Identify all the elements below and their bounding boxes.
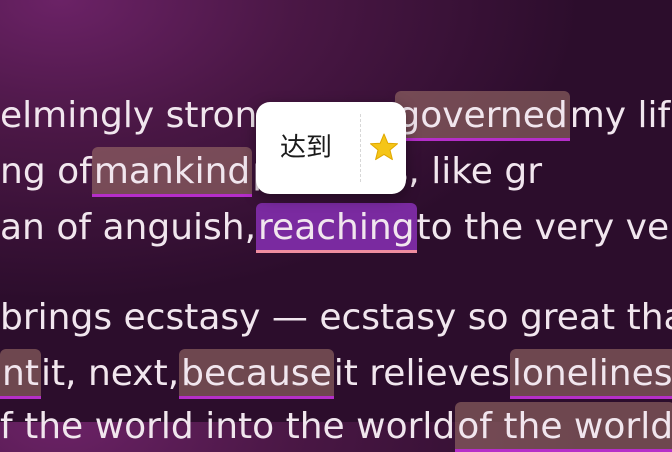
text-line-3: an of anguish, reaching to the very ve bbox=[0, 203, 669, 253]
text-segment: it, next, bbox=[40, 353, 180, 394]
star-icon bbox=[370, 133, 398, 161]
text-segment: it relieves bbox=[333, 353, 510, 394]
text-segment: f the world into the world bbox=[0, 406, 456, 447]
text-segment: an of anguish, bbox=[0, 207, 257, 248]
text-line-5: nt it, next, because it relieves lonelin… bbox=[0, 349, 672, 399]
text-segment: to the very ve bbox=[416, 207, 670, 248]
text-line-6: f the world into the world of the world bbox=[0, 402, 672, 452]
highlighted-word-reaching[interactable]: reaching bbox=[256, 203, 417, 253]
popup-divider bbox=[360, 114, 361, 182]
highlighted-word-because[interactable]: because bbox=[179, 349, 334, 399]
highlighted-word-mankind[interactable]: mankind bbox=[91, 147, 253, 197]
highlighted-word-loneliness[interactable]: loneliness bbox=[509, 349, 672, 399]
highlighted-phrase[interactable]: of the world bbox=[455, 402, 672, 452]
text-segment: brings ecstasy — ecstasy so great tha bbox=[0, 297, 672, 338]
translation-text[interactable]: 达到 bbox=[280, 132, 332, 164]
highlighted-word-governed[interactable]: governed bbox=[395, 91, 570, 141]
text-segment: my lif bbox=[569, 95, 671, 136]
text-line-4: brings ecstasy — ecstasy so great tha bbox=[0, 293, 672, 343]
text-segment: ng of bbox=[0, 151, 92, 192]
reader-text-area: elmingly stron governed my lif ng of mank… bbox=[0, 0, 672, 452]
translation-popup: 达到 bbox=[256, 102, 406, 194]
highlighted-word-fragment[interactable]: nt bbox=[0, 349, 41, 399]
text-segment: elmingly stron bbox=[0, 95, 258, 136]
favorite-button[interactable] bbox=[368, 130, 400, 166]
